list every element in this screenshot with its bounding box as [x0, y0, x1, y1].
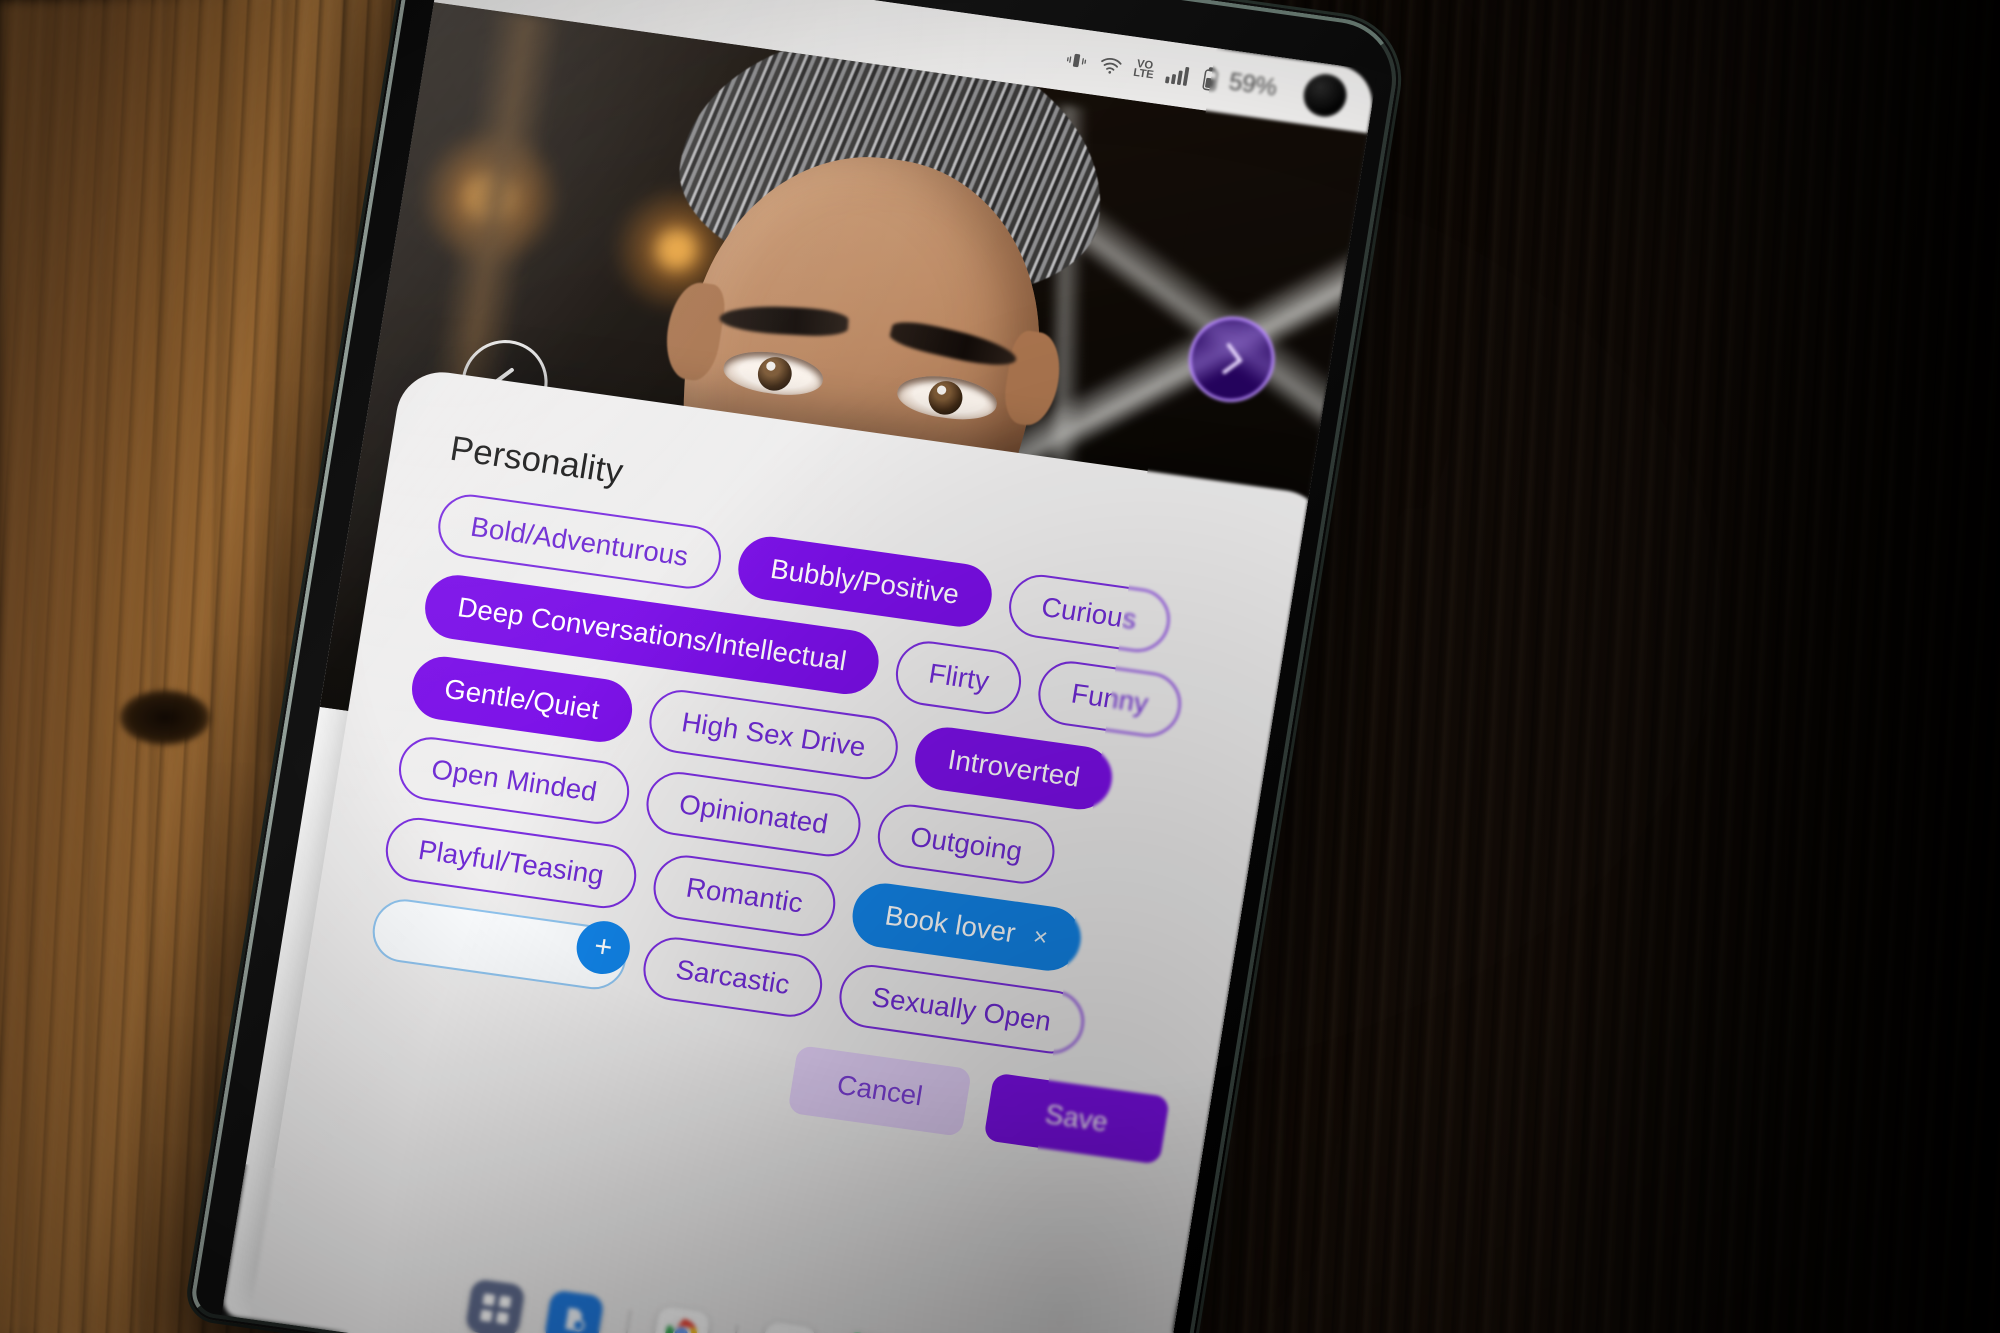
battery-icon: [1201, 66, 1220, 92]
grid-glyph: [479, 1292, 512, 1324]
front-camera-punch-hole: [1300, 71, 1350, 120]
personality-chip[interactable]: Funny: [1034, 657, 1186, 741]
taskbar-divider: [623, 1309, 632, 1333]
personality-chip[interactable]: Flirty: [891, 637, 1027, 718]
phone-device: 16:07: [186, 0, 1408, 1333]
notion-icon[interactable]: N: [757, 1319, 819, 1333]
personality-chip-list: Bold/Adventurous Bubbly/Positive Curious De…: [368, 490, 1313, 1080]
wifi-icon: [1097, 52, 1125, 80]
personality-chip[interactable]: Sarcastic: [638, 933, 827, 1021]
save-button[interactable]: Save: [983, 1072, 1170, 1165]
chrome-glyph: [665, 1318, 698, 1333]
chevron-right-icon: [1222, 343, 1243, 375]
custom-chip-label: Book lover: [882, 900, 1018, 949]
personality-chip[interactable]: Outgoing: [873, 800, 1060, 889]
system-taskbar: N: [253, 1249, 1189, 1333]
custom-trait-input-wrapper[interactable]: +: [368, 895, 634, 994]
personality-chip[interactable]: Playful/Teasing: [381, 814, 641, 913]
files-icon[interactable]: [543, 1289, 605, 1333]
add-trait-button[interactable]: +: [572, 917, 634, 978]
close-icon[interactable]: ×: [1031, 923, 1050, 952]
personality-chip[interactable]: Open Minded: [394, 733, 634, 829]
wood-knot: [120, 690, 210, 745]
personality-bottom-sheet: Personality Bold/Adventurous Bubbly/Posit…: [249, 366, 1332, 1333]
personality-chip[interactable]: Opinionated: [642, 768, 866, 861]
signal-bars-icon: [1164, 62, 1194, 88]
personality-chip[interactable]: Curious: [1004, 570, 1174, 656]
personality-chip[interactable]: Introverted: [910, 723, 1118, 814]
document-glyph: [565, 1307, 585, 1332]
phone-screen: 16:07: [221, 0, 1378, 1333]
phone-body: 16:07: [186, 0, 1408, 1333]
personality-chip[interactable]: Bubbly/Positive: [733, 532, 997, 631]
vibrate-icon: [1064, 48, 1090, 73]
app-drawer-icon[interactable]: [464, 1278, 526, 1333]
cancel-button[interactable]: Cancel: [787, 1045, 973, 1137]
taskbar-divider-2: [730, 1324, 739, 1333]
personality-chip[interactable]: High Sex Drive: [644, 685, 903, 784]
custom-trait-input[interactable]: [395, 915, 582, 971]
personality-chip[interactable]: Romantic: [649, 851, 840, 940]
personality-chip[interactable]: Sexually Open: [834, 960, 1089, 1058]
chrome-icon[interactable]: [650, 1304, 712, 1333]
battery-percentage: 59%: [1226, 67, 1279, 102]
custom-personality-chip[interactable]: Book lover ×: [847, 879, 1086, 975]
personality-chip[interactable]: Gentle/Quiet: [407, 652, 637, 746]
volte-icon: VO LTE: [1132, 57, 1155, 82]
